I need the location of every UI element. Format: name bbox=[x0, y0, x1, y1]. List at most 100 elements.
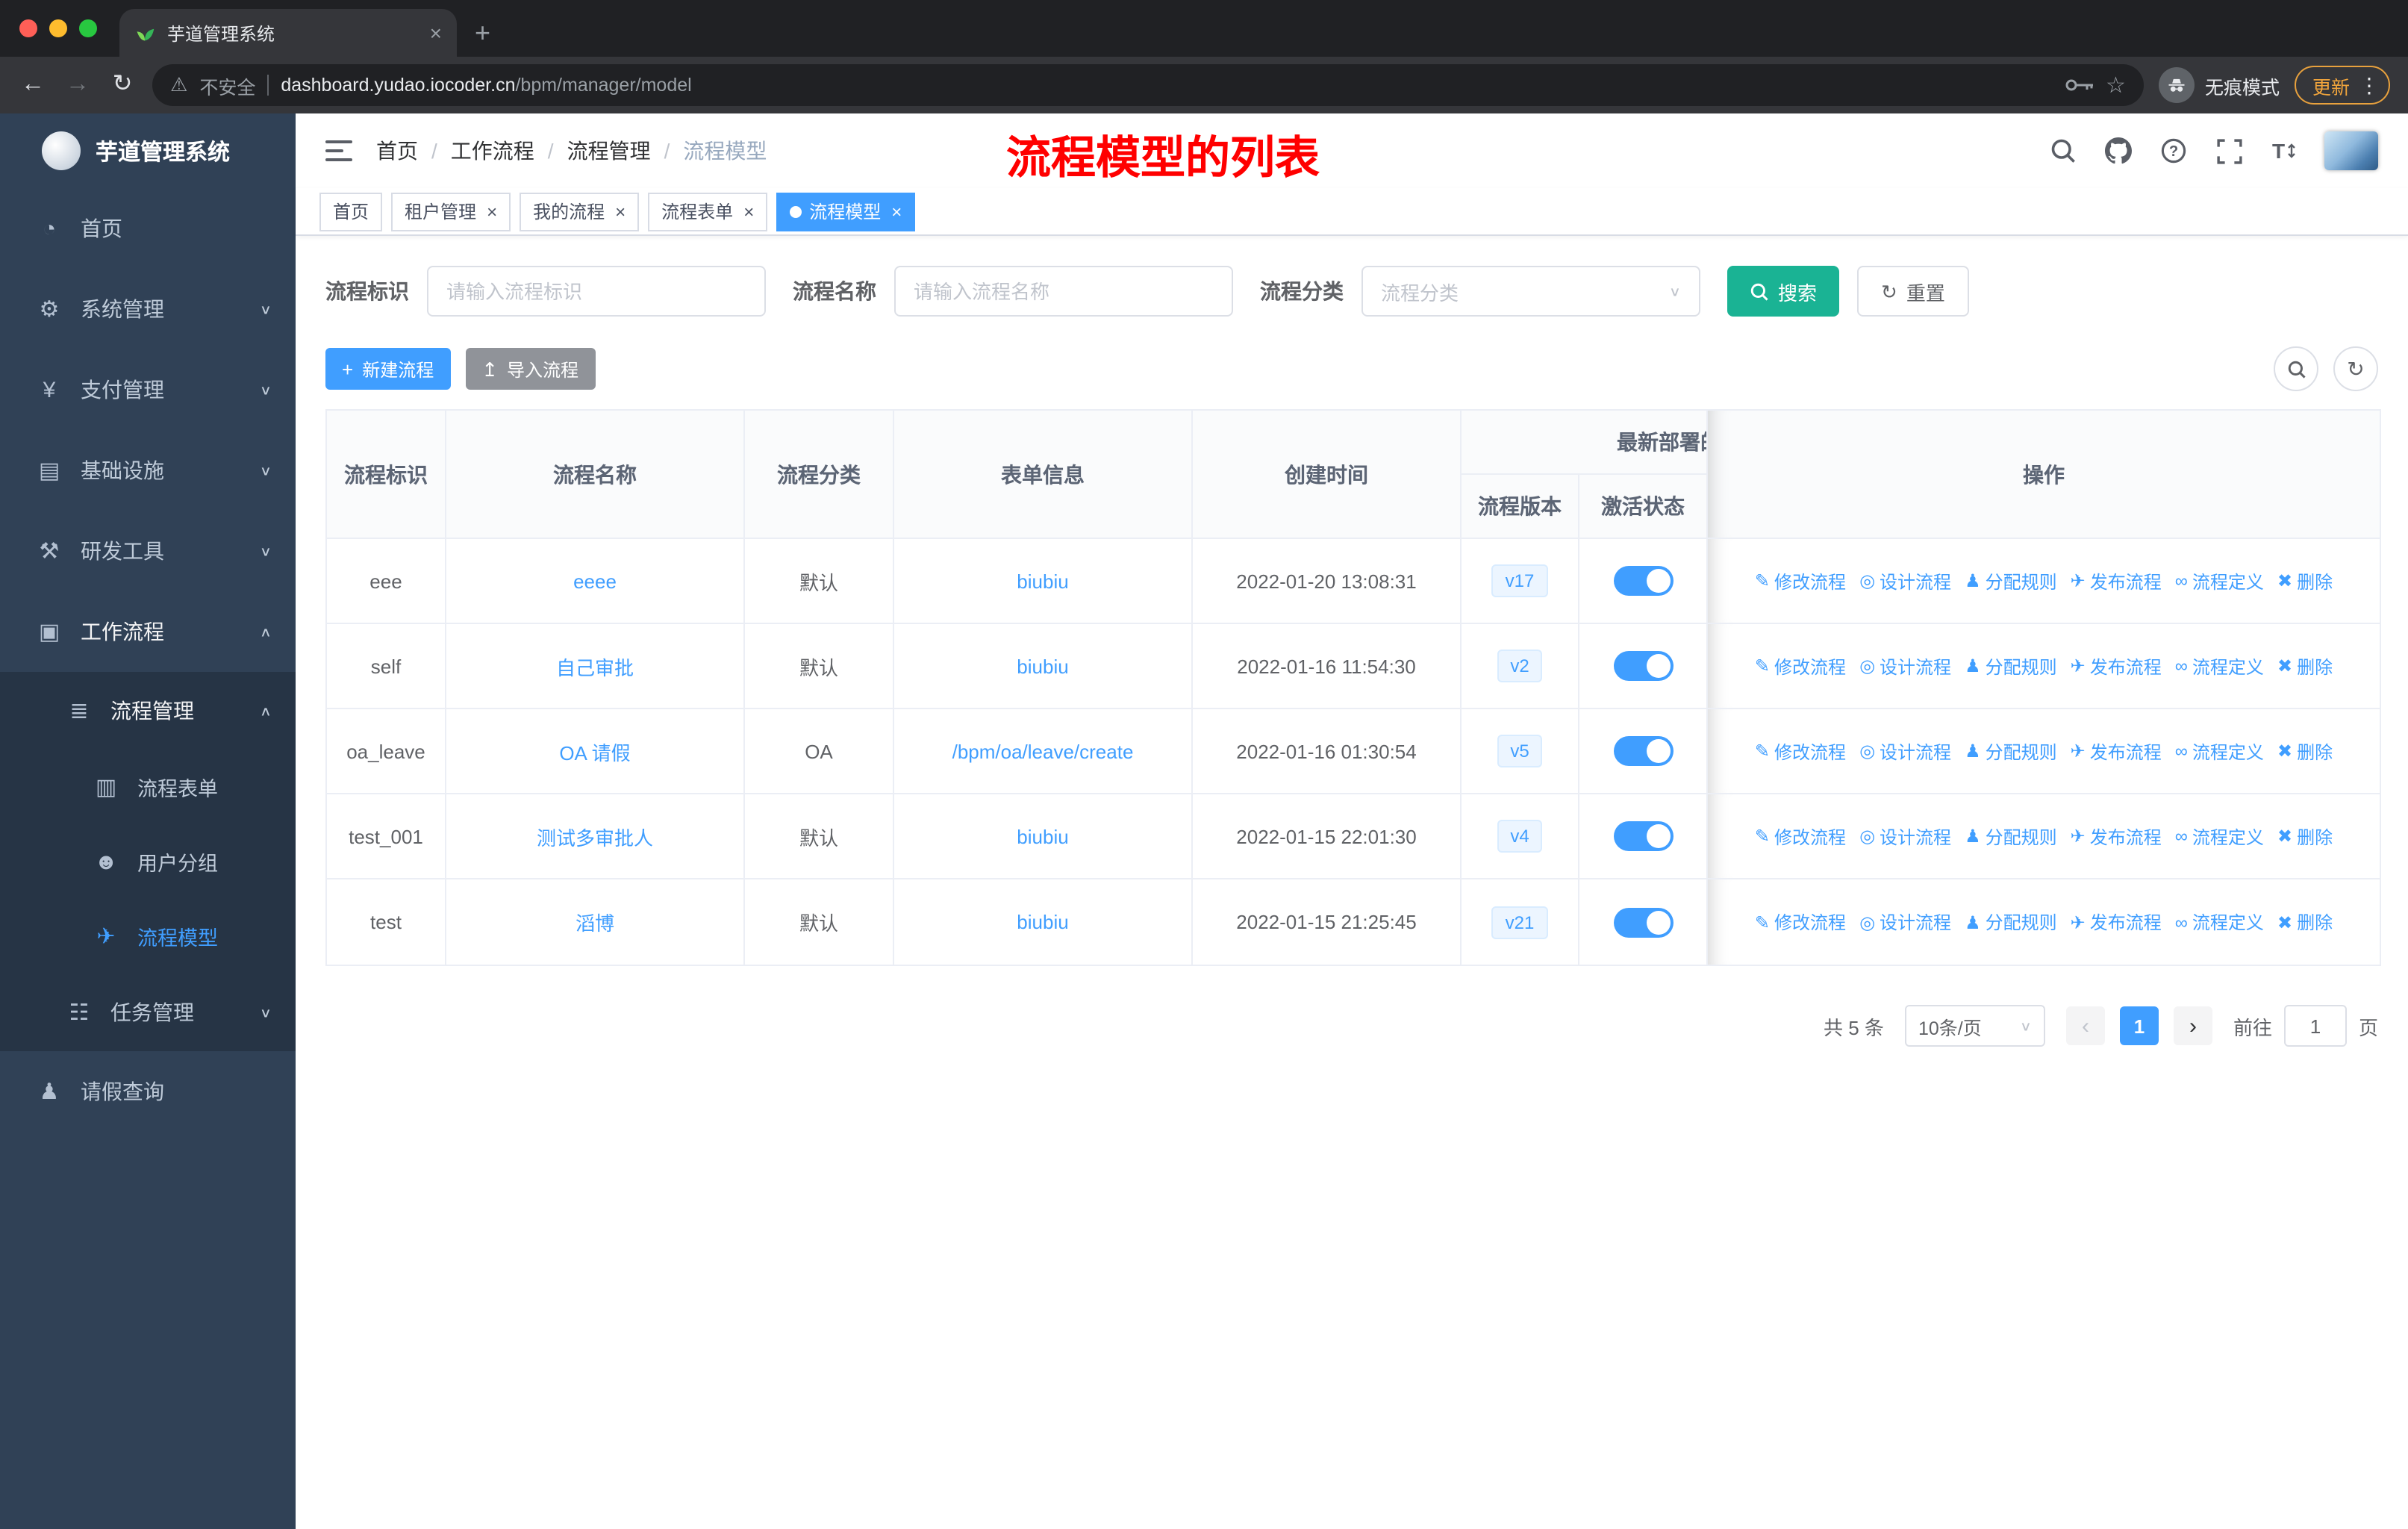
tag-process-form[interactable]: 流程表单 × bbox=[648, 192, 768, 231]
delete-link[interactable]: ✖ 删除 bbox=[2277, 823, 2333, 849]
assign-rule-link[interactable]: ♟ 分配规则 bbox=[1965, 653, 2057, 679]
key-icon[interactable] bbox=[2064, 76, 2094, 94]
next-page-button[interactable]: › bbox=[2173, 1006, 2212, 1045]
sidebar-item-process-form[interactable]: ▥ 流程表单 bbox=[0, 750, 296, 824]
modify-process-link[interactable]: ✎ 修改流程 bbox=[1755, 568, 1846, 594]
tag-home[interactable]: 首页 bbox=[319, 192, 383, 231]
close-window-button[interactable] bbox=[19, 19, 37, 37]
process-name-link[interactable]: eeee bbox=[573, 570, 617, 592]
collapse-sidebar-icon[interactable] bbox=[325, 139, 352, 163]
maximize-window-button[interactable] bbox=[79, 19, 97, 37]
sidebar-item-process-management[interactable]: ≣ 流程管理 ∧ bbox=[0, 672, 296, 750]
sidebar-item-system[interactable]: ⚙ 系统管理 ∨ bbox=[0, 269, 296, 349]
modify-process-link[interactable]: ✎ 修改流程 bbox=[1755, 653, 1846, 679]
process-category-select[interactable]: 流程分类 ∨ bbox=[1361, 266, 1700, 317]
goto-page-input[interactable] bbox=[2283, 1005, 2347, 1047]
modify-process-link[interactable]: ✎ 修改流程 bbox=[1755, 738, 1846, 764]
breadcrumb-item-workflow[interactable]: 工作流程 bbox=[451, 136, 534, 166]
process-definition-link[interactable]: ∞ 流程定义 bbox=[2175, 653, 2264, 679]
sidebar-item-home[interactable]: ◔ 首页 bbox=[0, 188, 296, 269]
sidebar-item-leave-query[interactable]: ♟ 请假查询 bbox=[0, 1051, 296, 1132]
process-name-link[interactable]: OA 请假 bbox=[559, 741, 630, 764]
sidebar-item-process-model[interactable]: ✈ 流程模型 bbox=[0, 899, 296, 974]
back-button[interactable]: ← bbox=[18, 72, 48, 97]
delete-link[interactable]: ✖ 删除 bbox=[2277, 653, 2333, 679]
url-bar[interactable]: ⚠ 不安全 dashboard.yudao.iocoder.cn/bpm/man… bbox=[152, 64, 2144, 106]
tag-close-icon[interactable]: × bbox=[891, 201, 902, 222]
design-process-link[interactable]: ◎ 设计流程 bbox=[1859, 909, 1951, 935]
design-process-link[interactable]: ◎ 设计流程 bbox=[1859, 653, 1951, 679]
tag-tenant-management[interactable]: 租户管理 × bbox=[391, 192, 511, 231]
assign-rule-link[interactable]: ♟ 分配规则 bbox=[1965, 909, 2057, 935]
process-name-link[interactable]: 自己审批 bbox=[556, 656, 634, 679]
status-toggle[interactable] bbox=[1613, 907, 1673, 937]
version-badge[interactable]: v2 bbox=[1497, 650, 1543, 682]
process-definition-link[interactable]: ∞ 流程定义 bbox=[2175, 823, 2264, 849]
delete-link[interactable]: ✖ 删除 bbox=[2277, 909, 2333, 935]
version-badge[interactable]: v4 bbox=[1497, 820, 1543, 853]
new-tab-button[interactable]: + bbox=[475, 19, 490, 46]
sidebar-item-user-group[interactable]: ☻ 用户分组 bbox=[0, 824, 296, 899]
process-definition-link[interactable]: ∞ 流程定义 bbox=[2175, 568, 2264, 594]
tag-close-icon[interactable]: × bbox=[487, 201, 497, 222]
status-toggle[interactable] bbox=[1613, 821, 1673, 851]
url-text[interactable]: dashboard.yudao.iocoder.cn/bpm/manager/m… bbox=[281, 75, 691, 96]
reset-button[interactable]: ↻ 重置 bbox=[1857, 266, 1969, 317]
fullscreen-icon[interactable] bbox=[2214, 136, 2244, 166]
prev-page-button[interactable]: ‹ bbox=[2065, 1006, 2105, 1045]
process-definition-link[interactable]: ∞ 流程定义 bbox=[2175, 738, 2264, 764]
toggle-search-button[interactable] bbox=[2274, 346, 2318, 391]
publish-process-link[interactable]: ✈ 发布流程 bbox=[2071, 653, 2162, 679]
tag-close-icon[interactable]: × bbox=[615, 201, 626, 222]
sidebar-item-devtools[interactable]: ⚒ 研发工具 ∨ bbox=[0, 511, 296, 591]
form-info-link[interactable]: biubiu bbox=[1017, 570, 1068, 592]
tag-process-model[interactable]: 流程模型 × bbox=[776, 192, 916, 231]
design-process-link[interactable]: ◎ 设计流程 bbox=[1859, 738, 1951, 764]
process-definition-link[interactable]: ∞ 流程定义 bbox=[2175, 909, 2264, 935]
design-process-link[interactable]: ◎ 设计流程 bbox=[1859, 823, 1951, 849]
delete-link[interactable]: ✖ 删除 bbox=[2277, 568, 2333, 594]
publish-process-link[interactable]: ✈ 发布流程 bbox=[2071, 738, 2162, 764]
sidebar-item-workflow[interactable]: ▣ 工作流程 ∧ bbox=[0, 591, 296, 672]
version-badge[interactable]: v5 bbox=[1497, 735, 1543, 767]
process-name-link[interactable]: 测试多审批人 bbox=[537, 826, 653, 849]
bookmark-star-icon[interactable]: ☆ bbox=[2106, 74, 2126, 96]
sidebar-item-payment[interactable]: ¥ 支付管理 ∨ bbox=[0, 349, 296, 430]
update-button[interactable]: 更新 ⋮ bbox=[2294, 66, 2390, 105]
publish-process-link[interactable]: ✈ 发布流程 bbox=[2071, 909, 2162, 935]
page-size-select[interactable]: 10条/页 ∨ bbox=[1904, 1005, 2045, 1047]
status-toggle[interactable] bbox=[1613, 651, 1673, 681]
menu-kebab-icon[interactable]: ⋮ bbox=[2359, 72, 2380, 98]
design-process-link[interactable]: ◎ 设计流程 bbox=[1859, 568, 1951, 594]
sidebar-item-task-management[interactable]: ☷ 任务管理 ∨ bbox=[0, 974, 296, 1051]
help-icon[interactable]: ? bbox=[2159, 136, 2189, 166]
form-info-link[interactable]: biubiu bbox=[1017, 825, 1068, 847]
github-icon[interactable] bbox=[2103, 136, 2133, 166]
version-badge[interactable]: v17 bbox=[1491, 564, 1548, 597]
process-name-link[interactable]: 滔博 bbox=[576, 912, 614, 935]
publish-process-link[interactable]: ✈ 发布流程 bbox=[2071, 823, 2162, 849]
sidebar-item-infrastructure[interactable]: ▤ 基础设施 ∨ bbox=[0, 430, 296, 511]
minimize-window-button[interactable] bbox=[49, 19, 67, 37]
reload-button[interactable]: ↻ bbox=[107, 72, 137, 97]
tag-my-process[interactable]: 我的流程 × bbox=[520, 192, 640, 231]
security-label[interactable]: 不安全 bbox=[199, 71, 255, 99]
search-button[interactable]: 搜索 bbox=[1727, 266, 1840, 317]
assign-rule-link[interactable]: ♟ 分配规则 bbox=[1965, 738, 2057, 764]
status-toggle[interactable] bbox=[1613, 736, 1673, 766]
form-info-link[interactable]: biubiu bbox=[1017, 911, 1068, 933]
version-badge[interactable]: v21 bbox=[1491, 906, 1548, 938]
tab-close-icon[interactable]: × bbox=[430, 21, 442, 45]
status-toggle[interactable] bbox=[1613, 566, 1673, 596]
search-icon[interactable] bbox=[2048, 136, 2078, 166]
avatar[interactable] bbox=[2324, 131, 2378, 170]
import-process-button[interactable]: ↥ 导入流程 bbox=[465, 348, 596, 390]
assign-rule-link[interactable]: ♟ 分配规则 bbox=[1965, 568, 2057, 594]
logo-row[interactable]: 芋道管理系统 bbox=[0, 113, 296, 188]
process-name-input[interactable] bbox=[894, 266, 1233, 317]
create-process-button[interactable]: + 新建流程 bbox=[325, 348, 451, 390]
breadcrumb-item-process-management[interactable]: 流程管理 bbox=[567, 136, 651, 166]
process-id-input[interactable] bbox=[427, 266, 766, 317]
assign-rule-link[interactable]: ♟ 分配规则 bbox=[1965, 823, 2057, 849]
delete-link[interactable]: ✖ 删除 bbox=[2277, 738, 2333, 764]
